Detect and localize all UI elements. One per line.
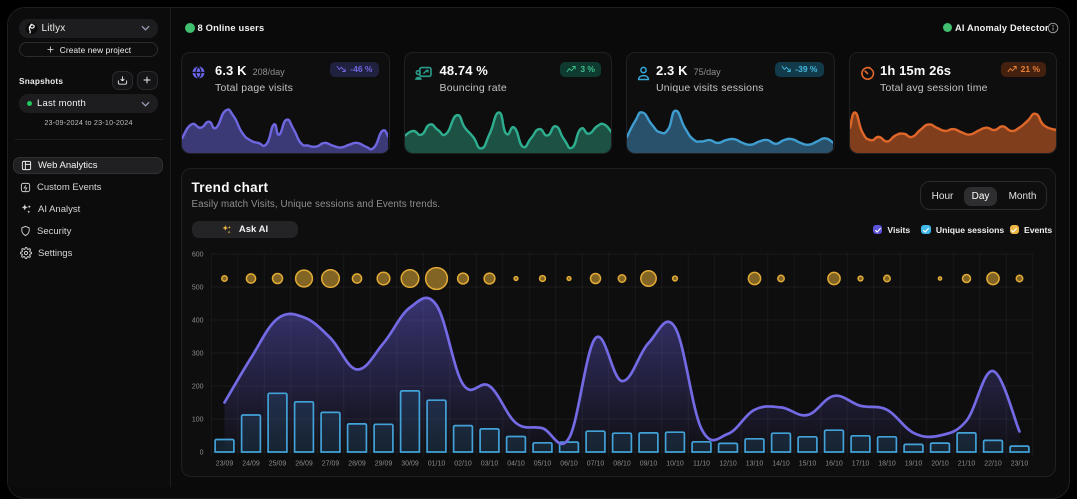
svg-text:400: 400 [192,318,204,325]
svg-text:25/09: 25/09 [269,461,287,468]
svg-text:03/10: 03/10 [481,461,499,468]
svg-text:11/10: 11/10 [693,461,710,468]
svg-text:28/09: 28/09 [348,461,366,468]
svg-text:600: 600 [192,252,204,259]
svg-text:0: 0 [200,450,204,457]
svg-text:19/10: 19/10 [905,461,923,468]
svg-text:15/10: 15/10 [799,461,817,468]
svg-text:04/10: 04/10 [507,461,525,468]
svg-text:02/10: 02/10 [454,461,472,468]
svg-text:16/10: 16/10 [825,461,843,468]
svg-text:29/09: 29/09 [375,461,393,468]
svg-text:09/10: 09/10 [640,461,658,468]
svg-text:18/10: 18/10 [878,461,896,468]
svg-text:300: 300 [192,351,204,358]
svg-text:100: 100 [192,417,204,424]
svg-text:30/09: 30/09 [401,461,419,468]
svg-text:23/10: 23/10 [1011,461,1029,468]
svg-text:13/10: 13/10 [746,461,764,468]
svg-text:08/10: 08/10 [613,461,631,468]
svg-text:22/10: 22/10 [984,461,1002,468]
svg-text:12/10: 12/10 [719,461,737,468]
svg-text:20/10: 20/10 [931,461,949,468]
svg-text:10/10: 10/10 [666,461,684,468]
svg-text:21/10: 21/10 [958,461,976,468]
svg-text:05/10: 05/10 [534,461,552,468]
svg-text:27/09: 27/09 [322,461,340,468]
svg-text:06/10: 06/10 [560,461,578,468]
svg-text:24/09: 24/09 [242,461,260,468]
svg-text:23/09: 23/09 [216,461,234,468]
svg-text:200: 200 [192,384,204,391]
svg-text:07/10: 07/10 [587,461,605,468]
svg-text:01/10: 01/10 [428,461,446,468]
svg-text:14/10: 14/10 [772,461,790,468]
svg-text:26/09: 26/09 [295,461,313,468]
svg-text:17/10: 17/10 [852,461,870,468]
svg-text:500: 500 [192,285,204,292]
